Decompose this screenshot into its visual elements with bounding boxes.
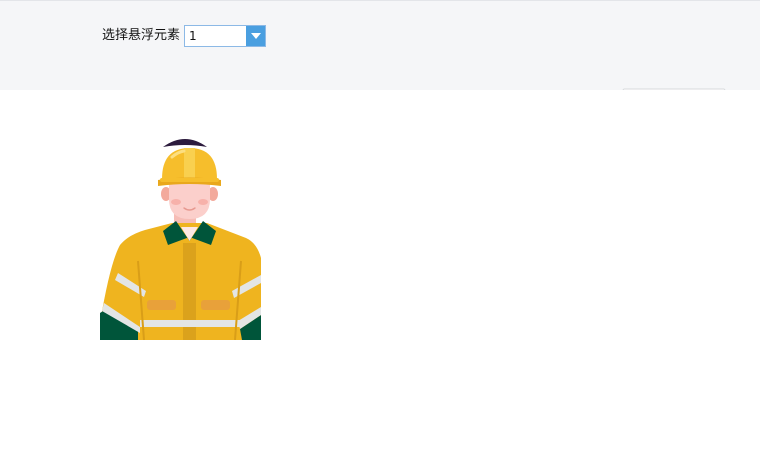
hair — [163, 139, 207, 147]
toolbar: 选择悬浮元素 1 — [0, 0, 760, 98]
selector-label: 选择悬浮元素 — [102, 28, 181, 43]
floating-element-select[interactable]: 1 — [184, 25, 267, 47]
chevron-down-icon[interactable] — [246, 26, 266, 46]
construction-worker-illustration[interactable] — [100, 133, 261, 340]
floating-element-selector: 选择悬浮元素 1 — [102, 25, 267, 47]
canvas-area — [0, 90, 760, 475]
select-value: 1 — [189, 29, 197, 43]
